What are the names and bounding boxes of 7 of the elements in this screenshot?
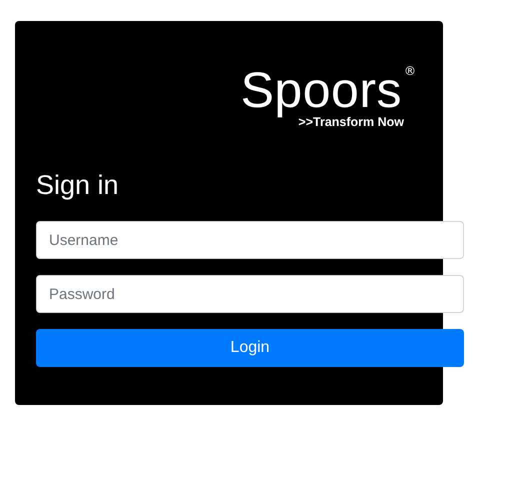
logo-tagline: >>Transform Now	[298, 115, 404, 129]
logo-wordmark: Spoors	[240, 65, 402, 115]
password-field[interactable]: Password	[36, 275, 464, 313]
login-button[interactable]: Login	[36, 329, 464, 367]
registered-mark: ®	[404, 65, 416, 77]
username-field[interactable]: Username	[36, 221, 464, 259]
form-heading: Sign in	[36, 169, 120, 201]
